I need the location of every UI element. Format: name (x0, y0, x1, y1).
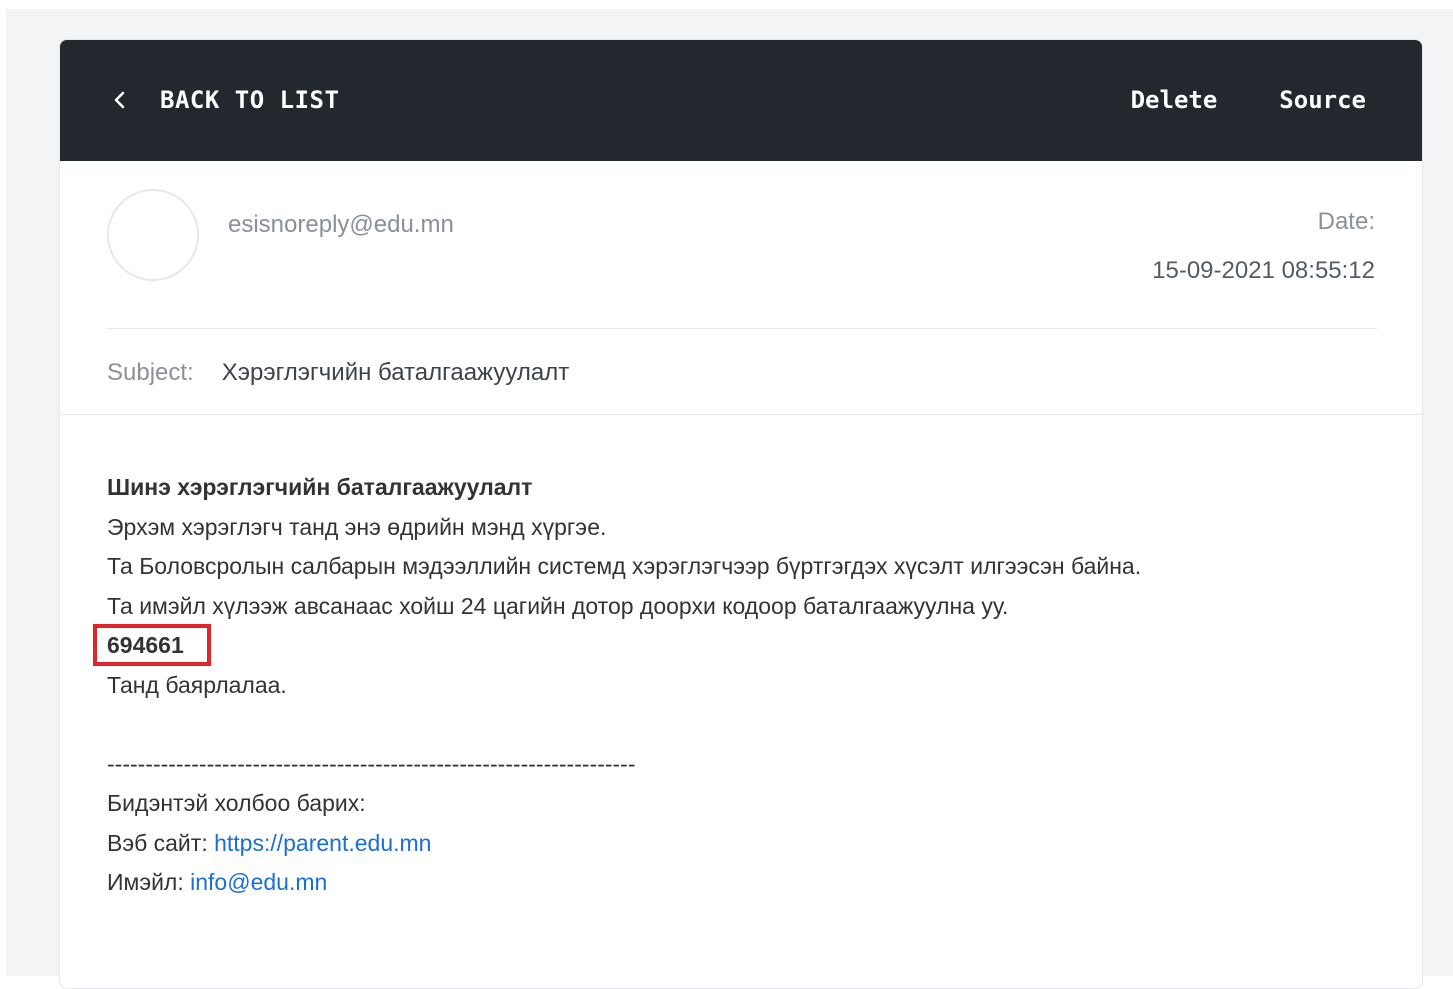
delete-button[interactable]: Delete (1131, 86, 1218, 114)
email-label: Имэйл: (107, 869, 191, 895)
sender-email: esisnoreply@edu.mn (228, 211, 454, 238)
message-greeting: Эрхэм хэрэглэгч танд энэ өдрийн мэнд хүр… (107, 513, 607, 540)
subject-label: Subject: (107, 359, 194, 386)
message-body: Шинэ хэрэглэгчийн баталгаажуулалт Эрхэм … (93, 468, 1367, 903)
contact-heading: Бидэнтэй холбоо барих: (107, 790, 366, 816)
subject-text: Хэрэглэгчийн баталгаажуулалт (221, 359, 570, 386)
message-divider: ----------------------------------------… (107, 750, 636, 777)
website-label: Вэб сайт: (107, 829, 215, 856)
header-divider (107, 328, 1377, 329)
highlight-box (93, 624, 211, 666)
email-link[interactable]: info@edu.mn (190, 869, 327, 895)
message-thanks: Танд баярлалаа. (107, 671, 287, 698)
website-row: Вэб сайт: https://parent.edu.mn (107, 824, 1367, 864)
source-button[interactable]: Source (1279, 86, 1366, 114)
verification-code-highlight: 694661 (93, 624, 211, 666)
email-row: Имэйл: info@edu.mn (107, 863, 1367, 903)
toolbar-actions: Delete Source (1131, 86, 1366, 114)
back-to-list-label: BACK TO LIST (160, 86, 340, 114)
message-heading: Шинэ хэрэглэгчийн баталгаажуулалт (107, 474, 533, 500)
sender-avatar (107, 189, 199, 281)
back-to-list-button[interactable]: BACK TO LIST (108, 86, 339, 114)
subject-row: Subject: Хэрэглэгчийн баталгаажуулалт (107, 359, 569, 387)
chevron-left-icon (108, 88, 132, 112)
website-link[interactable]: https://parent.edu.mn (214, 830, 431, 856)
message-line-1: Та Боловсролын салбарын мэдээллийн систе… (107, 553, 1142, 579)
verification-code-row: 694661 (93, 624, 1367, 666)
subject-divider (60, 414, 1422, 415)
email-card: BACK TO LIST Delete Source esisnoreply@e… (59, 39, 1423, 989)
email-toolbar: BACK TO LIST Delete Source (60, 40, 1422, 161)
date-value: 15-09-2021 08:55:12 (1152, 257, 1375, 284)
message-line-2: Та имэйл хүлээж авсанаас хойш 24 цагийн … (107, 592, 1009, 619)
date-label: Date: (1317, 208, 1375, 235)
